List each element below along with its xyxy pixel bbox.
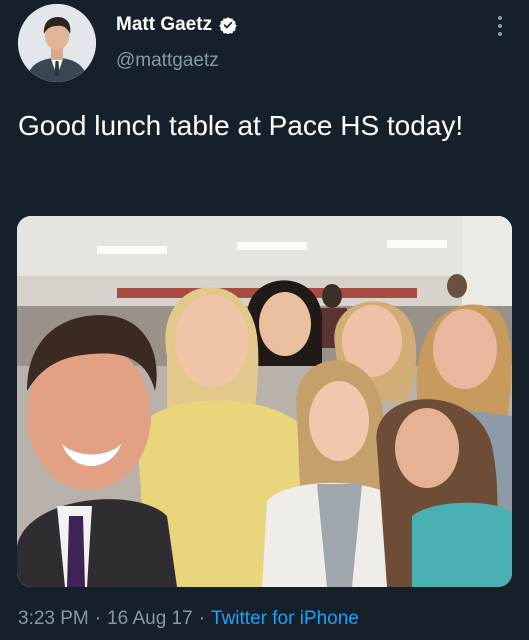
meta-separator: · [198, 608, 206, 629]
display-name[interactable]: Matt Gaetz [116, 14, 212, 36]
verified-badge-icon [219, 17, 237, 34]
tweet-time[interactable]: 3:23 PM [18, 608, 89, 630]
tweet: Matt Gaetz @mattgaetz Good lunch table a… [0, 0, 529, 640]
more-options-icon[interactable] [489, 12, 511, 40]
author-row: Matt Gaetz [116, 12, 237, 38]
tweet-meta: 3:23 PM · 16 Aug 17 · Twitter for iPhone [18, 604, 359, 634]
tweet-date[interactable]: 16 Aug 17 [107, 608, 193, 630]
tweet-text: Good lunch table at Pace HS today! [18, 110, 464, 141]
user-handle[interactable]: @mattgaetz [116, 50, 219, 72]
meta-separator: · [94, 608, 102, 629]
tweet-source-link[interactable]: Twitter for iPhone [211, 608, 359, 630]
avatar[interactable] [18, 4, 96, 82]
tweet-photo[interactable] [17, 216, 512, 587]
